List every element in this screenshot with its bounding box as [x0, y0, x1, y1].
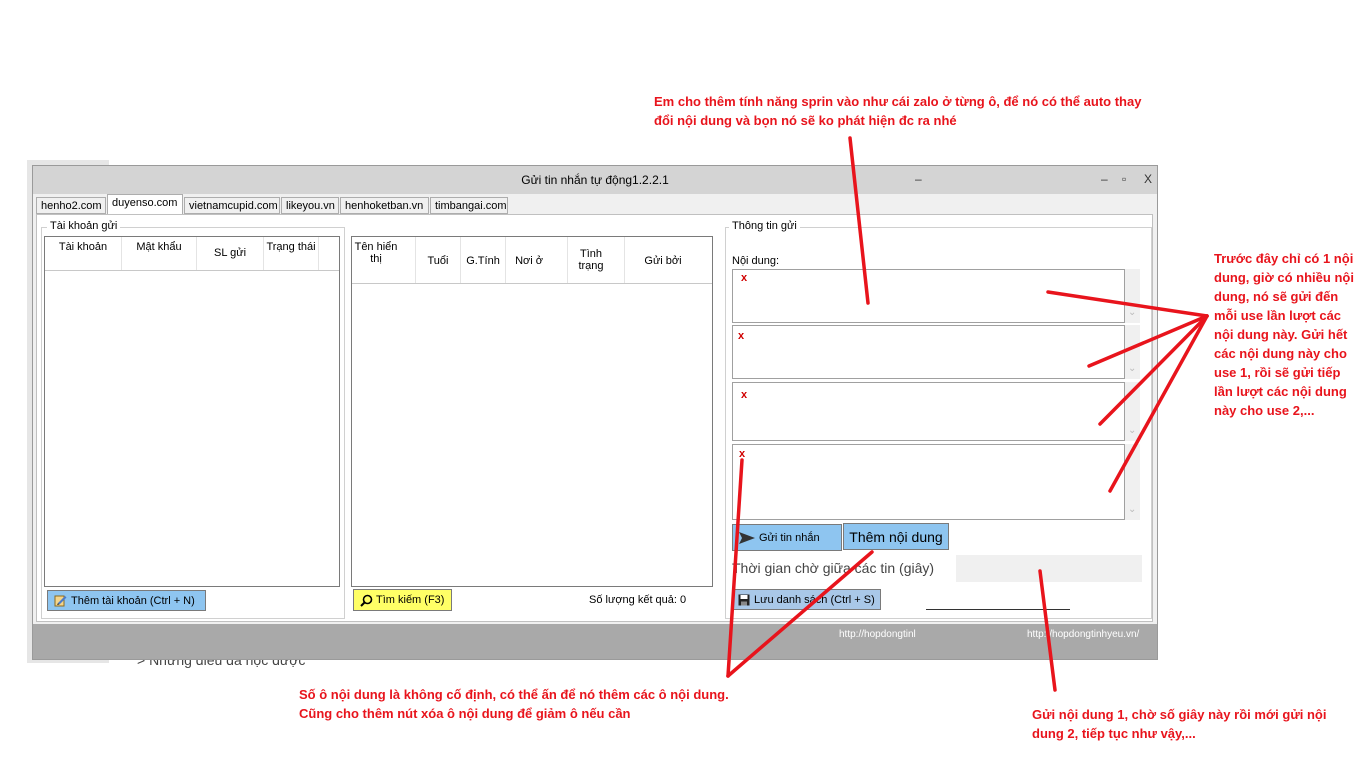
- arrow-top: [848, 136, 870, 305]
- arrow-bottom-left-1: [726, 458, 744, 678]
- arrow-bottom-right: [1038, 569, 1057, 692]
- arrow-right-4: [1108, 314, 1209, 493]
- arrow-right-3: [1098, 314, 1209, 426]
- arrow-right-2: [1087, 314, 1209, 368]
- annotation-arrows: [726, 136, 1209, 692]
- arrow-bottom-left-2: [726, 550, 874, 678]
- arrow-right-1: [1046, 290, 1209, 318]
